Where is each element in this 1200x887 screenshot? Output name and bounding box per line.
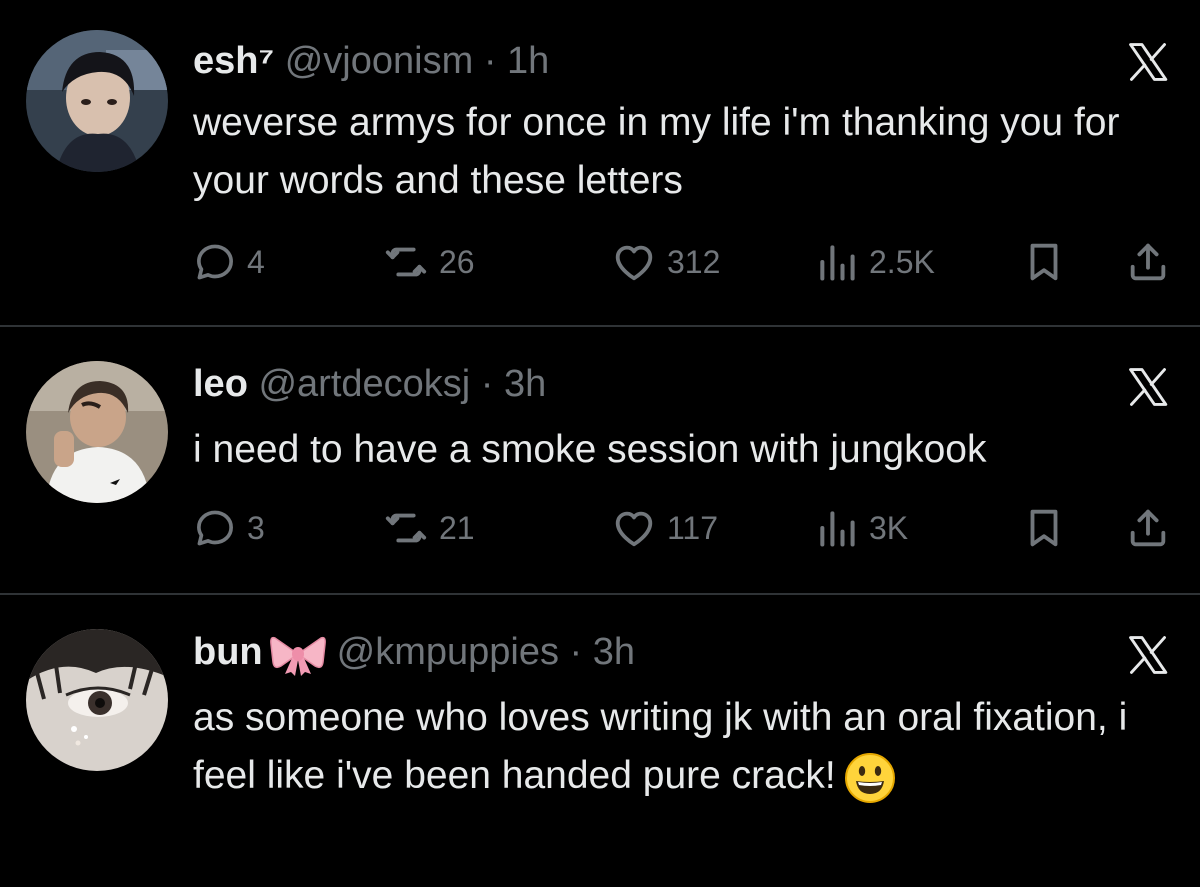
tweet-text: i need to have a smoke session with jung…: [193, 428, 987, 471]
avatar-photo-icon: [26, 30, 168, 172]
repost-button[interactable]: 21: [383, 503, 475, 553]
display-name[interactable]: esh⁷: [193, 40, 274, 82]
like-button[interactable]: 117: [611, 503, 718, 553]
x-logo-icon[interactable]: [1126, 40, 1170, 84]
reply-icon: [193, 240, 237, 284]
repost-icon: [383, 505, 429, 551]
tweet-header: esh⁷ @vjoonism · 1h: [193, 36, 549, 86]
reply-icon: [193, 506, 237, 550]
repost-button[interactable]: 26: [383, 237, 475, 287]
smiley-face-icon: [844, 752, 895, 803]
bookmark-icon: [1021, 239, 1067, 285]
reply-button[interactable]: 4: [193, 237, 265, 287]
tweet-2[interactable]: leo @artdecoksj · 3h i need to have a sm…: [0, 327, 1200, 593]
display-name[interactable]: bun: [193, 631, 263, 673]
display-name[interactable]: leo: [193, 363, 248, 405]
tweet-actions: 4 26 312 2.5K: [193, 237, 1173, 287]
tweet-1[interactable]: esh⁷ @vjoonism · 1h weverse armys for on…: [0, 0, 1200, 326]
share-icon: [1125, 505, 1171, 551]
reply-count: 4: [247, 243, 265, 280]
views-chart-icon: [815, 240, 859, 284]
view-count: 3K: [869, 509, 909, 546]
repost-icon: [383, 239, 429, 285]
tweet-actions: 3 21 117 3K: [193, 503, 1173, 553]
view-count: 2.5K: [869, 243, 935, 280]
avatar[interactable]: [26, 629, 168, 771]
tweet-text: as someone who loves writing jk with an …: [193, 696, 1128, 797]
separator-dot: ·: [480, 363, 494, 405]
user-handle[interactable]: @kmpuppies: [337, 631, 559, 673]
user-handle[interactable]: @artdecoksj: [258, 363, 470, 405]
bookmark-icon: [1021, 505, 1067, 551]
ribbon-bow-icon: [269, 636, 326, 676]
timestamp[interactable]: 3h: [504, 363, 546, 405]
like-button[interactable]: 312: [611, 237, 720, 287]
repost-count: 26: [439, 243, 475, 280]
share-button[interactable]: [1125, 237, 1171, 287]
avatar-photo-icon: [26, 629, 168, 771]
avatar[interactable]: [26, 30, 168, 172]
bookmark-button[interactable]: [1021, 503, 1067, 553]
reply-button[interactable]: 3: [193, 503, 265, 553]
heart-icon: [611, 505, 657, 551]
views-button[interactable]: 3K: [815, 503, 908, 553]
avatar[interactable]: [26, 361, 168, 503]
x-logo-icon[interactable]: [1126, 365, 1170, 409]
like-count: 312: [667, 243, 721, 280]
avatar-photo-icon: [26, 361, 168, 503]
x-logo-icon[interactable]: [1126, 633, 1170, 677]
separator-dot: ·: [483, 40, 497, 82]
share-button[interactable]: [1125, 503, 1171, 553]
repost-count: 21: [439, 509, 475, 546]
reply-count: 3: [247, 509, 265, 546]
user-handle[interactable]: @vjoonism: [285, 40, 474, 82]
timestamp[interactable]: 3h: [593, 631, 635, 673]
views-chart-icon: [815, 506, 859, 550]
tweet-3[interactable]: bun @kmpuppies · 3h as someone who loves…: [0, 595, 1200, 887]
views-button[interactable]: 2.5K: [815, 237, 935, 287]
like-count: 117: [667, 509, 719, 546]
tweet-header: leo @artdecoksj · 3h: [193, 359, 546, 409]
tweet-header: bun @kmpuppies · 3h: [193, 627, 635, 677]
separator-dot: ·: [569, 631, 583, 673]
tweet-text: weverse armys for once in my life i'm th…: [193, 101, 1120, 202]
timestamp[interactable]: 1h: [507, 40, 549, 82]
heart-icon: [611, 239, 657, 285]
share-icon: [1125, 239, 1171, 285]
tweet-text-container: as someone who loves writing jk with an …: [193, 689, 1153, 805]
bookmark-button[interactable]: [1021, 237, 1067, 287]
